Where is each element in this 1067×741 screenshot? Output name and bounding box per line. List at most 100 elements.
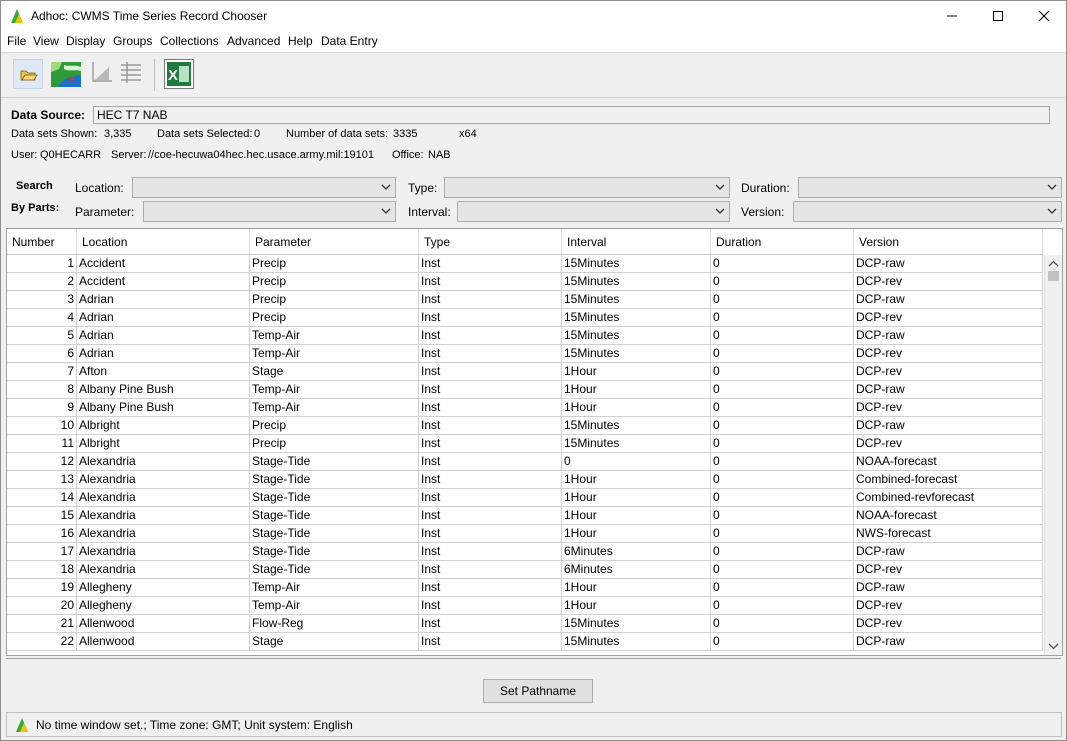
table-row[interactable]: 19 Allegheny Temp-Air Inst 1Hour 0 DCP-raw bbox=[7, 579, 1043, 597]
cell-location: Allenwood bbox=[77, 615, 250, 632]
duration-combo[interactable] bbox=[798, 177, 1062, 198]
menu-groups[interactable]: Groups bbox=[113, 34, 152, 48]
map-button[interactable] bbox=[50, 59, 81, 89]
cell-parameter: Stage bbox=[250, 633, 419, 650]
table-row[interactable]: 16 Alexandria Stage-Tide Inst 1Hour 0 NWS-fore… bbox=[7, 525, 1043, 543]
cell-interval: 15Minutes bbox=[562, 417, 711, 434]
cell-interval: 1Hour bbox=[562, 363, 711, 380]
menu-view[interactable]: View bbox=[33, 34, 59, 48]
cell-location: Albright bbox=[77, 417, 250, 434]
col-header-interval[interactable]: Interval bbox=[562, 229, 711, 254]
menu-collections[interactable]: Collections bbox=[160, 34, 219, 48]
set-pathname-button[interactable]: Set Pathname bbox=[483, 679, 593, 703]
table-row[interactable]: 6 Adrian Temp-Air Inst 15Minutes 0 DCP-rev bbox=[7, 345, 1043, 363]
menu-help[interactable]: Help bbox=[288, 34, 313, 48]
menu-bar: File View Display Groups Collections Adv… bbox=[1, 31, 1066, 53]
table-row[interactable]: 4 Adrian Precip Inst 15Minutes 0 DCP-rev bbox=[7, 309, 1043, 327]
col-header-version[interactable]: Version bbox=[854, 229, 1043, 254]
cell-parameter: Stage-Tide bbox=[250, 543, 419, 560]
col-header-parameter[interactable]: Parameter bbox=[250, 229, 419, 254]
close-button[interactable] bbox=[1021, 1, 1066, 31]
minimize-button[interactable] bbox=[929, 1, 975, 31]
cell-location: Albany Pine Bush bbox=[77, 381, 250, 398]
type-combo[interactable] bbox=[444, 177, 730, 198]
table-row[interactable]: 18 Alexandria Stage-Tide Inst 6Minutes 0 DCP-r… bbox=[7, 561, 1043, 579]
scroll-up-icon[interactable] bbox=[1045, 257, 1062, 271]
cell-number: 3 bbox=[7, 291, 77, 308]
col-header-duration[interactable]: Duration bbox=[711, 229, 854, 254]
excel-export-button[interactable]: X bbox=[164, 59, 194, 89]
cell-parameter: Precip bbox=[250, 255, 419, 272]
table-row[interactable]: 5 Adrian Temp-Air Inst 15Minutes 0 DCP-raw bbox=[7, 327, 1043, 345]
scrollbar-thumb[interactable] bbox=[1048, 271, 1059, 281]
cell-version: DCP-raw bbox=[854, 291, 1043, 308]
maximize-icon bbox=[993, 11, 1003, 21]
cell-number: 20 bbox=[7, 597, 77, 614]
version-combo[interactable] bbox=[793, 201, 1062, 222]
main-window: Adhoc: CWMS Time Series Record Chooser F… bbox=[0, 0, 1067, 741]
table-row[interactable]: 10 Albright Precip Inst 15Minutes 0 DCP-raw bbox=[7, 417, 1043, 435]
cell-version: DCP-raw bbox=[854, 255, 1043, 272]
cell-type: Inst bbox=[419, 291, 562, 308]
cell-number: 4 bbox=[7, 309, 77, 326]
cell-number: 8 bbox=[7, 381, 77, 398]
cell-number: 17 bbox=[7, 543, 77, 560]
cell-location: Adrian bbox=[77, 309, 250, 326]
cell-version: NOAA-forecast bbox=[854, 453, 1043, 470]
cell-duration: 0 bbox=[711, 363, 854, 380]
location-combo[interactable] bbox=[132, 177, 396, 198]
menu-advanced[interactable]: Advanced bbox=[227, 34, 280, 48]
vertical-scrollbar[interactable] bbox=[1044, 255, 1062, 655]
location-label: Location: bbox=[75, 181, 124, 195]
scroll-down-icon[interactable] bbox=[1045, 639, 1062, 653]
close-icon bbox=[1038, 10, 1050, 22]
table-row[interactable]: 20 Allegheny Temp-Air Inst 1Hour 0 DCP-rev bbox=[7, 597, 1043, 615]
cell-duration: 0 bbox=[711, 309, 854, 326]
cell-duration: 0 bbox=[711, 399, 854, 416]
table-row[interactable]: 8 Albany Pine Bush Temp-Air Inst 1Hour 0 DCP-r… bbox=[7, 381, 1043, 399]
cell-parameter: Precip bbox=[250, 417, 419, 434]
table-row[interactable]: 15 Alexandria Stage-Tide Inst 1Hour 0 NOAA-for… bbox=[7, 507, 1043, 525]
table-row[interactable]: 3 Adrian Precip Inst 15Minutes 0 DCP-raw bbox=[7, 291, 1043, 309]
cell-interval: 15Minutes bbox=[562, 309, 711, 326]
cell-version: NOAA-forecast bbox=[854, 507, 1043, 524]
table-row[interactable]: 9 Albany Pine Bush Temp-Air Inst 1Hour 0 DCP-r… bbox=[7, 399, 1043, 417]
table-row[interactable]: 2 Accident Precip Inst 15Minutes 0 DCP-rev bbox=[7, 273, 1043, 291]
office-value: NAB bbox=[428, 149, 451, 161]
cell-type: Inst bbox=[419, 525, 562, 542]
table-row[interactable]: 12 Alexandria Stage-Tide Inst 0 0 NOAA-forecas… bbox=[7, 453, 1043, 471]
plot-button[interactable] bbox=[89, 59, 119, 89]
menu-file[interactable]: File bbox=[7, 34, 26, 48]
open-folder-button[interactable] bbox=[13, 59, 43, 89]
cell-parameter: Temp-Air bbox=[250, 399, 419, 416]
table-button[interactable] bbox=[118, 59, 148, 89]
table-row[interactable]: 22 Allenwood Stage Inst 15Minutes 0 DCP-raw bbox=[7, 633, 1043, 651]
table-row[interactable]: 11 Albright Precip Inst 15Minutes 0 DCP-rev bbox=[7, 435, 1043, 453]
svg-text:X: X bbox=[168, 67, 178, 84]
selected-value: 0 bbox=[254, 128, 261, 140]
cell-version: DCP-rev bbox=[854, 399, 1043, 416]
table-row[interactable]: 17 Alexandria Stage-Tide Inst 6Minutes 0 DCP-r… bbox=[7, 543, 1043, 561]
menu-data-entry[interactable]: Data Entry bbox=[321, 34, 378, 48]
menu-display[interactable]: Display bbox=[66, 34, 105, 48]
cell-duration: 0 bbox=[711, 381, 854, 398]
col-header-number[interactable]: Number bbox=[7, 229, 77, 254]
table-row[interactable]: 1 Accident Precip Inst 15Minutes 0 DCP-raw bbox=[7, 255, 1043, 273]
cell-parameter: Stage-Tide bbox=[250, 525, 419, 542]
table-row[interactable]: 14 Alexandria Stage-Tide Inst 1Hour 0 Combined… bbox=[7, 489, 1043, 507]
parameter-combo[interactable] bbox=[143, 201, 396, 222]
cell-parameter: Stage-Tide bbox=[250, 453, 419, 470]
cell-duration: 0 bbox=[711, 489, 854, 506]
table-row[interactable]: 7 Afton Stage Inst 1Hour 0 DCP-rev bbox=[7, 363, 1043, 381]
cell-interval: 1Hour bbox=[562, 507, 711, 524]
cell-version: DCP-rev bbox=[854, 597, 1043, 614]
table-row[interactable]: 21 Allenwood Flow-Reg Inst 15Minutes 0 DCP-rev bbox=[7, 615, 1043, 633]
cell-version: DCP-rev bbox=[854, 273, 1043, 290]
maximize-button[interactable] bbox=[975, 1, 1021, 31]
cell-interval: 0 bbox=[562, 453, 711, 470]
interval-combo[interactable] bbox=[457, 201, 730, 222]
table-row[interactable]: 13 Alexandria Stage-Tide Inst 1Hour 0 Combined… bbox=[7, 471, 1043, 489]
col-header-type[interactable]: Type bbox=[419, 229, 562, 254]
col-header-location[interactable]: Location bbox=[77, 229, 250, 254]
toolbar-separator bbox=[154, 59, 155, 91]
